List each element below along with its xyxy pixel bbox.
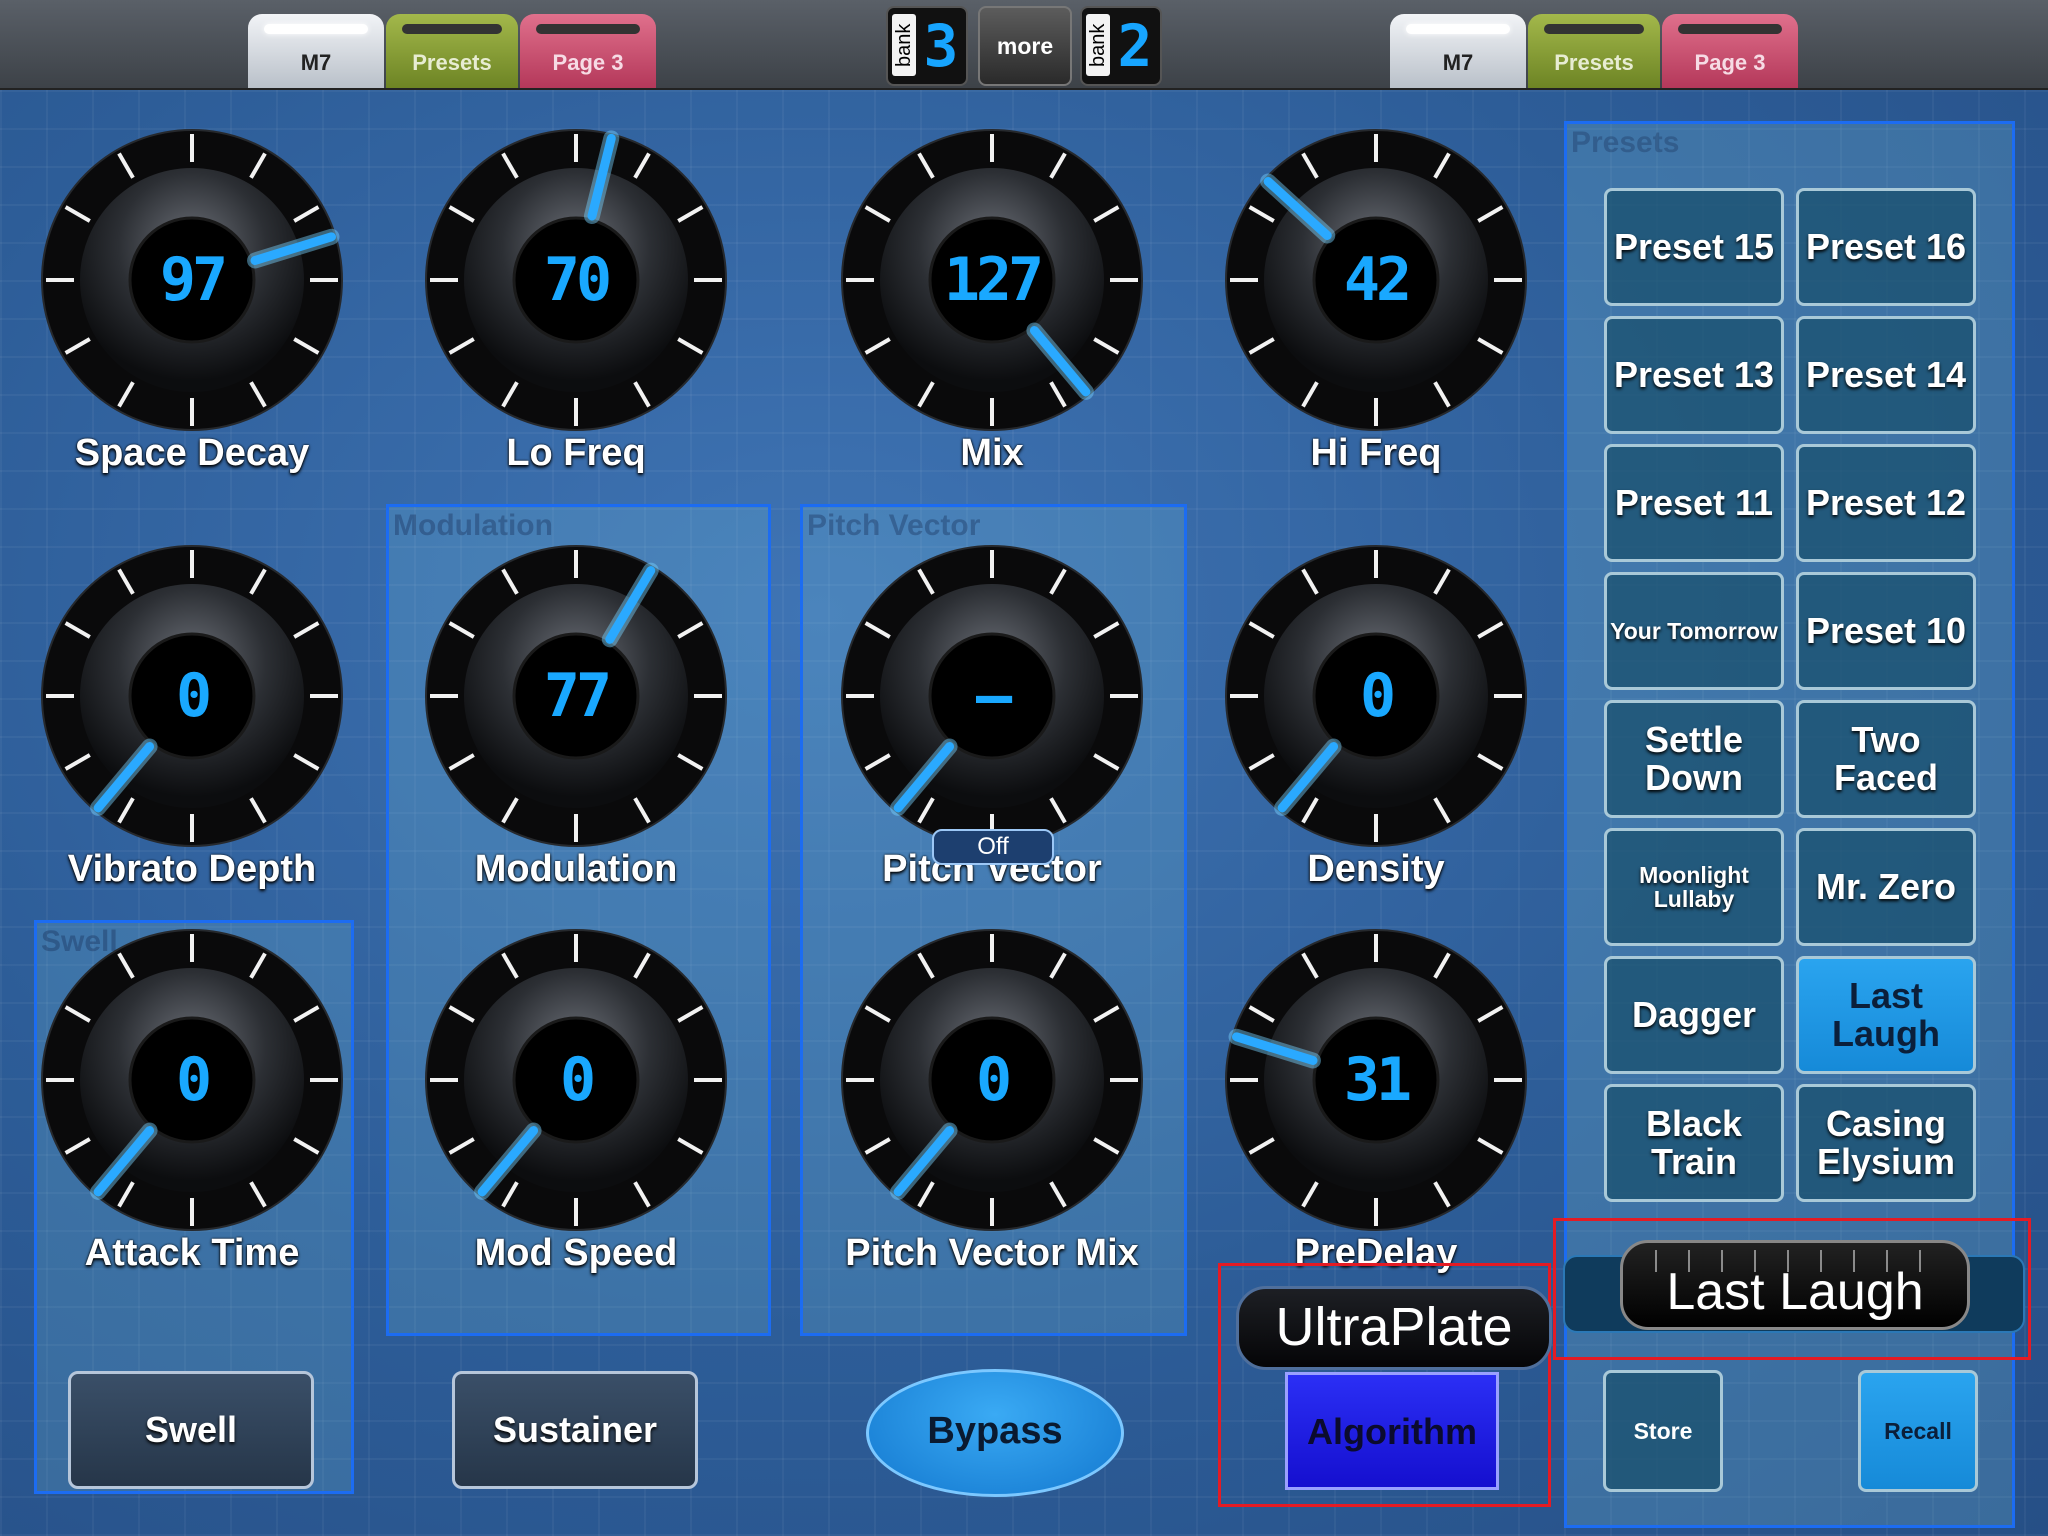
algorithm-button[interactable]: Algorithm — [1285, 1372, 1499, 1490]
knob-hi-freq[interactable]: 42 — [1220, 124, 1532, 436]
knob-label: Modulation — [474, 848, 678, 890]
preset-label: Black Train — [1645, 1103, 1743, 1182]
preset-button[interactable]: Settle Down — [1604, 700, 1784, 818]
bank-digit: 2 — [1117, 12, 1153, 80]
knob-pitch-vector-mix[interactable]: 0 — [836, 924, 1148, 1236]
preset-button[interactable]: Dagger — [1604, 956, 1784, 1074]
knob-value: 31 — [1343, 1045, 1412, 1115]
tab-label: Page 3 — [1694, 50, 1766, 75]
preset-button[interactable]: Preset 12 — [1796, 444, 1976, 562]
preset-button[interactable]: Preset 11 — [1604, 444, 1784, 562]
knob-mod-speed[interactable]: 0 — [420, 924, 732, 1236]
knob-predelay[interactable]: 31 — [1220, 924, 1532, 1236]
knob-value: 0 — [559, 1045, 596, 1115]
preset-button[interactable]: Preset 13 — [1604, 316, 1784, 434]
preset-label: Preset 16 — [1805, 226, 1967, 268]
knob-label: Attack Time — [84, 1232, 300, 1274]
preset-button[interactable]: Preset 16 — [1796, 188, 1976, 306]
knob-label: Mod Speed — [474, 1232, 678, 1274]
top-bar: M7 Presets Page 3 bank 3 more bank 2 M7 … — [0, 0, 2048, 90]
knob-pitch-vector[interactable]: — — [836, 540, 1148, 852]
knob-value: 0 — [175, 1045, 212, 1115]
knob-label: Density — [1307, 848, 1445, 890]
recall-button[interactable]: Recall — [1858, 1370, 1978, 1492]
pitch-vector-off-badge[interactable]: Off — [932, 829, 1054, 865]
preset-label: Preset 12 — [1805, 482, 1967, 524]
preset-button[interactable]: Moonlight Lullaby — [1604, 828, 1784, 946]
bank-left-button[interactable]: bank 3 — [886, 6, 968, 86]
tab-label: M7 — [300, 50, 332, 75]
preset-button[interactable]: Black Train — [1604, 1084, 1784, 1202]
bank-digit: 3 — [923, 12, 959, 80]
knob-value: 0 — [975, 1045, 1012, 1115]
swell-button[interactable]: Swell — [68, 1371, 314, 1489]
preset-button[interactable]: Preset 15 — [1604, 188, 1784, 306]
preset-label: Moonlight Lullaby — [1639, 861, 1749, 912]
preset-label: Preset 13 — [1613, 354, 1775, 396]
knob-value: 77 — [543, 661, 612, 731]
knob-label: Pitch Vector Mix — [845, 1232, 1139, 1274]
knob-value: 0 — [1359, 661, 1396, 731]
preset-label: Casing Elysium — [1816, 1103, 1956, 1182]
preset-button[interactable]: Two Faced — [1796, 700, 1976, 818]
knob-mix[interactable]: 127 — [836, 124, 1148, 436]
preset-button[interactable]: Preset 10 — [1796, 572, 1976, 690]
knob-lo-freq[interactable]: 70 — [420, 124, 732, 436]
knob-space-decay[interactable]: 97 — [36, 124, 348, 436]
tab-m7-right[interactable]: M7 — [1390, 14, 1526, 88]
knob-value: 0 — [175, 661, 212, 731]
knob-value: 97 — [159, 245, 228, 315]
knob-value: 127 — [943, 245, 1044, 315]
preset-name-scale — [1655, 1250, 1925, 1272]
preset-label: Preset 14 — [1805, 354, 1967, 396]
preset-label: Last Laugh — [1832, 975, 1940, 1054]
tab-page3-left[interactable]: Page 3 — [520, 14, 656, 88]
tab-label: Presets — [412, 50, 492, 75]
knob-label: Lo Freq — [506, 432, 646, 474]
group-watermark: Modulation — [393, 509, 553, 542]
knob-value: — — [975, 661, 1012, 731]
preset-label: Preset 11 — [1614, 482, 1774, 524]
more-button[interactable]: more — [978, 6, 1072, 86]
group-watermark: Pitch Vector — [807, 509, 981, 542]
tab-presets-right[interactable]: Presets — [1528, 14, 1660, 88]
bypass-button[interactable]: Bypass — [866, 1369, 1124, 1497]
preset-button[interactable]: Preset 14 — [1796, 316, 1976, 434]
preset-label: Settle Down — [1644, 719, 1744, 798]
preset-button[interactable]: Your Tomorrow — [1604, 572, 1784, 690]
preset-label: Two Faced — [1833, 719, 1939, 798]
tab-page3-right[interactable]: Page 3 — [1662, 14, 1798, 88]
preset-label: Preset 15 — [1613, 226, 1775, 268]
knob-label: Hi Freq — [1310, 432, 1442, 474]
knob-label: Mix — [960, 432, 1024, 474]
algorithm-name-display: UltraPlate — [1236, 1286, 1552, 1370]
bank-word: bank — [892, 14, 916, 76]
knob-label: Vibrato Depth — [67, 848, 317, 890]
preset-label: Mr. Zero — [1815, 866, 1957, 908]
tab-label: Page 3 — [552, 50, 624, 75]
knob-attack-time[interactable]: 0 — [36, 924, 348, 1236]
tab-m7-left[interactable]: M7 — [248, 14, 384, 88]
knob-modulation[interactable]: 77 — [420, 540, 732, 852]
knob-density[interactable]: 0 — [1220, 540, 1532, 852]
sustainer-button[interactable]: Sustainer — [452, 1371, 698, 1489]
store-button[interactable]: Store — [1603, 1370, 1723, 1492]
knob-value: 70 — [543, 245, 612, 315]
preset-label: Dagger — [1631, 994, 1757, 1036]
preset-button[interactable]: Casing Elysium — [1796, 1084, 1976, 1202]
preset-button[interactable]: Mr. Zero — [1796, 828, 1976, 946]
knob-label: Space Decay — [74, 432, 310, 474]
tab-label: Presets — [1554, 50, 1634, 75]
bank-right-button[interactable]: bank 2 — [1080, 6, 1162, 86]
preset-button[interactable]: Last Laugh — [1796, 956, 1976, 1074]
tab-presets-left[interactable]: Presets — [386, 14, 518, 88]
knob-vibrato-depth[interactable]: 0 — [36, 540, 348, 852]
preset-label: Your Tomorrow — [1610, 617, 1778, 644]
group-watermark: Presets — [1571, 126, 1680, 159]
preset-label: Preset 10 — [1805, 610, 1967, 652]
tab-label: M7 — [1442, 50, 1474, 75]
knob-value: 42 — [1343, 245, 1412, 315]
bank-word: bank — [1086, 14, 1110, 76]
